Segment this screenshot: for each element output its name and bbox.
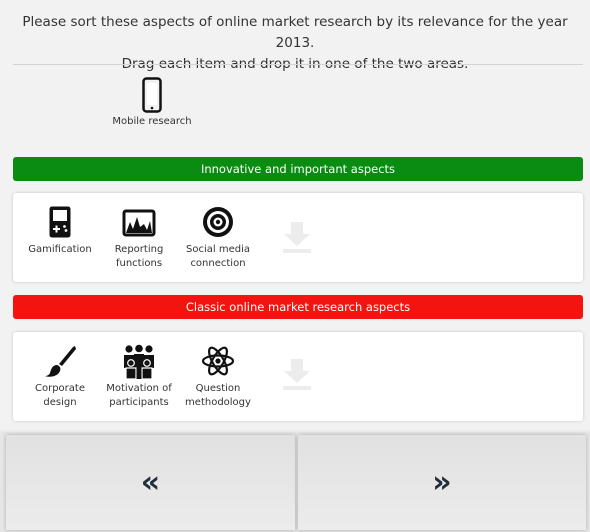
zone-header-innovative: Innovative and important aspects bbox=[13, 157, 583, 181]
atom-icon bbox=[176, 344, 260, 380]
zone-header-classic: Classic online market research aspects bbox=[13, 295, 583, 319]
item-label-line-1: Motivation of bbox=[106, 383, 172, 394]
target-icon bbox=[176, 205, 260, 241]
next-arrow-icon: » bbox=[432, 465, 452, 500]
item-label-line-1: Corporate bbox=[35, 383, 85, 394]
divider bbox=[13, 64, 583, 65]
drop-area-classic[interactable]: Corporate design Motivation of participa… bbox=[13, 332, 583, 421]
draggable-item-reporting-functions[interactable]: Reporting functions bbox=[97, 205, 181, 271]
item-label-line-1: Social media bbox=[186, 244, 250, 255]
draggable-item-social-media-connection[interactable]: Social media connection bbox=[176, 205, 260, 271]
item-label-line-2: connection bbox=[190, 258, 246, 269]
question-line-1: Please sort these aspects of online mark… bbox=[22, 14, 568, 51]
draggable-item-mobile-research[interactable]: Mobile research bbox=[110, 77, 194, 129]
draggable-item-question-methodology[interactable]: Question methodology bbox=[176, 344, 260, 410]
drop-area-innovative[interactable]: Gamification Reporting functions Social … bbox=[13, 193, 583, 282]
draggable-item-motivation-of-participants[interactable]: Motivation of participants bbox=[97, 344, 181, 410]
question-text: Please sort these aspects of online mark… bbox=[10, 12, 580, 75]
game-console-icon bbox=[18, 205, 102, 241]
draggable-item-gamification[interactable]: Gamification bbox=[18, 205, 102, 257]
item-label-line-2: functions bbox=[115, 258, 163, 269]
item-label: Gamification bbox=[28, 244, 92, 255]
item-label-line-1: Reporting bbox=[114, 244, 164, 255]
navigation-bar: « » bbox=[0, 432, 590, 532]
mobile-phone-icon bbox=[110, 77, 194, 113]
paintbrush-icon bbox=[18, 344, 102, 380]
item-label-line-2: methodology bbox=[185, 397, 251, 408]
item-label-line-1: Question bbox=[195, 383, 241, 394]
chart-icon bbox=[97, 205, 181, 241]
back-button[interactable]: « bbox=[6, 435, 295, 530]
download-arrow-icon bbox=[280, 220, 314, 258]
people-group-icon bbox=[97, 344, 181, 380]
survey-page: Please sort these aspects of online mark… bbox=[0, 0, 590, 430]
back-arrow-icon: « bbox=[140, 465, 161, 500]
item-label: Mobile research bbox=[112, 116, 192, 127]
next-button[interactable]: » bbox=[298, 435, 586, 530]
draggable-item-corporate-design[interactable]: Corporate design bbox=[18, 344, 102, 410]
download-arrow-icon bbox=[280, 357, 314, 395]
item-label-line-2: participants bbox=[109, 397, 169, 408]
item-label-line-2: design bbox=[43, 397, 77, 408]
